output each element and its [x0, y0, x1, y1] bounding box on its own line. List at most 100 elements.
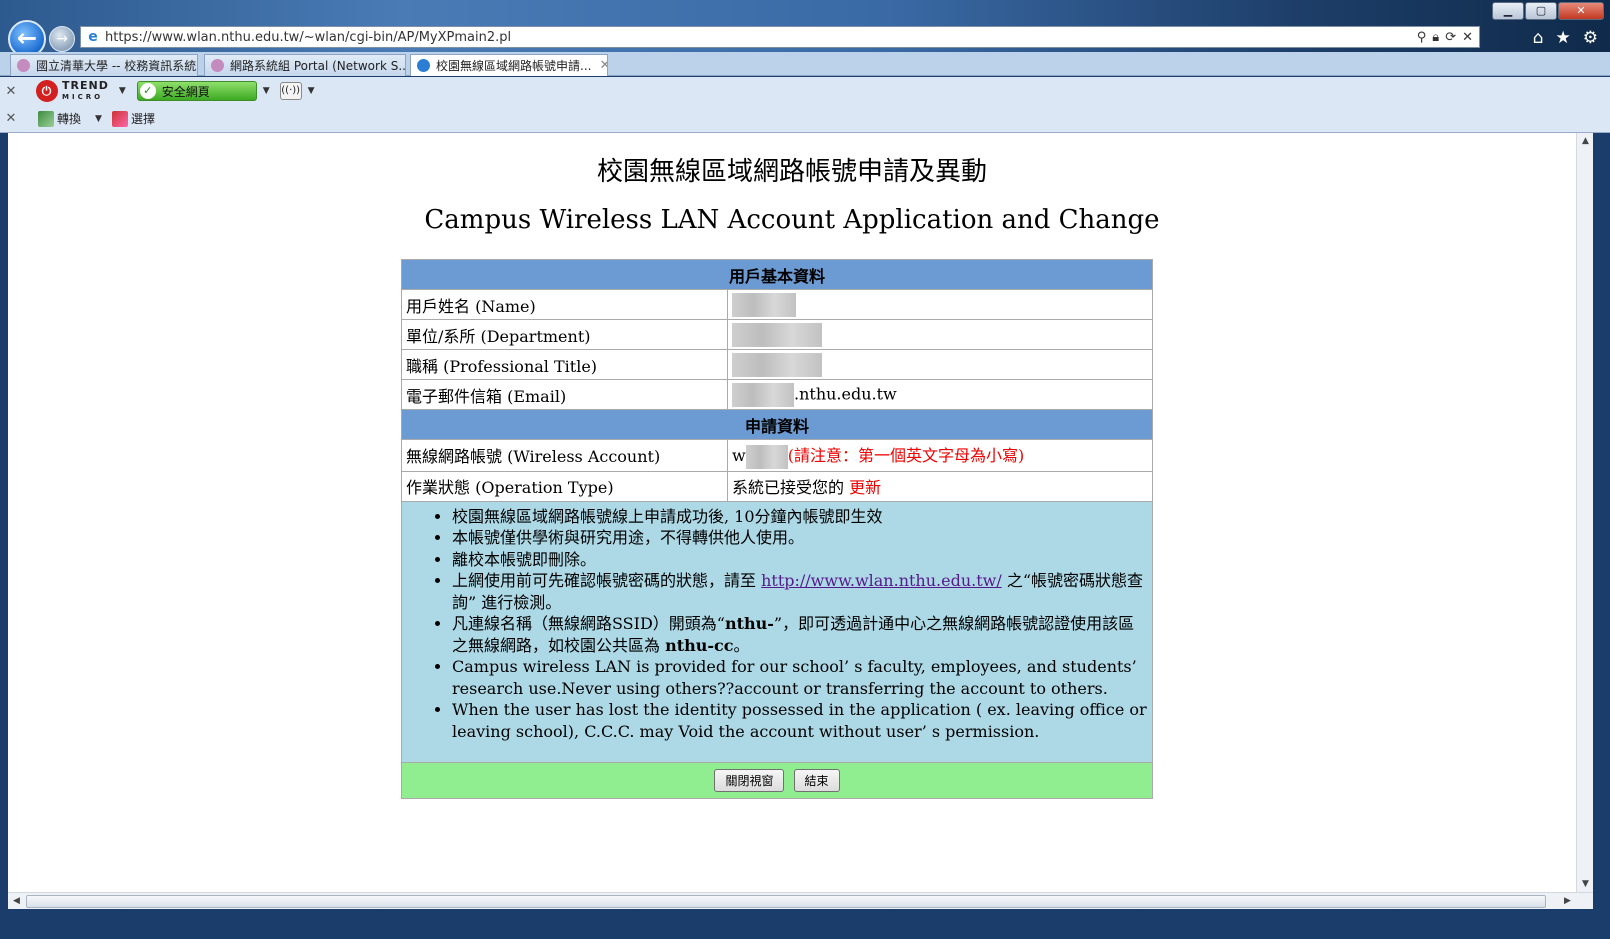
- list-item: 離校本帳號即刪除。: [452, 549, 1150, 571]
- ie-page-icon: [417, 59, 430, 72]
- trend-label: TREND: [62, 78, 109, 92]
- list-item: 本帳號僅供學術與研究用途，不得轉供他人使用。: [452, 527, 1150, 549]
- tab-wlan-application[interactable]: 校園無線區域網路帳號申請... ✕: [410, 54, 608, 76]
- wlan-status-link[interactable]: http://www.wlan.nthu.edu.tw/: [761, 571, 1002, 590]
- stop-icon[interactable]: ✕: [1462, 30, 1473, 45]
- page-title-english: Campus Wireless LAN Account Application …: [424, 205, 1160, 235]
- scroll-up-icon[interactable]: ▲: [1577, 133, 1593, 150]
- scrollbar-thumb[interactable]: [26, 895, 1546, 908]
- search-icon[interactable]: ⚲: [1417, 30, 1427, 45]
- tab-network-portal[interactable]: 網路系統組 Portal (Network S...: [204, 54, 406, 76]
- chevron-down-icon[interactable]: ▼: [119, 86, 127, 96]
- chevron-down-icon[interactable]: ▼: [308, 86, 315, 96]
- site-favicon-icon: [211, 59, 224, 72]
- close-window-button[interactable]: ✕: [1558, 2, 1604, 20]
- redacted-block: [732, 382, 794, 407]
- convert-toolbar: ✕ 轉換 ▼ 選擇: [0, 105, 1610, 133]
- url-text[interactable]: https://www.wlan.nthu.edu.tw/~wlan/cgi-b…: [105, 30, 1417, 45]
- button-row: 關閉視窗 結束: [401, 762, 1153, 799]
- lock-icon[interactable]: 🔒︎: [1432, 30, 1439, 45]
- redacted-block: [732, 292, 796, 317]
- operation-type-value: 系統已接受您的 更新: [727, 470, 1153, 502]
- operation-status: 更新: [849, 478, 882, 497]
- finish-button[interactable]: 結束: [793, 769, 840, 792]
- list-item: Campus wireless LAN is provided for our …: [452, 656, 1150, 699]
- name-value: [727, 289, 1153, 320]
- account-prefix: w: [732, 446, 746, 465]
- address-bar[interactable]: e https://www.wlan.nthu.edu.tw/~wlan/cgi…: [80, 26, 1480, 48]
- list-item: 凡連線名稱（無線網路SSID）開頭為“nthu-”，即可透過計通中心之無線網路帳…: [452, 613, 1150, 656]
- account-info-table: 用戶基本資料 用戶姓名 (Name) 單位/系所 (Department) 職稱…: [401, 259, 1153, 799]
- toolbar-close-icon[interactable]: ✕: [0, 84, 22, 99]
- table-row: 無線網路帳號 (Wireless Account) w (請注意：第一個英文字母為…: [401, 439, 1153, 472]
- redacted-block: [745, 444, 788, 469]
- arrow-left-icon: ←: [16, 24, 38, 52]
- trend-micro-logo[interactable]: ⏻ TREND MICRO ▼: [36, 80, 127, 102]
- chevron-down-icon[interactable]: ▼: [95, 114, 102, 124]
- trend-micro-toolbar: ✕ ⏻ TREND MICRO ▼ ✓ 安全網頁 ▼ ((·)) ▼: [0, 77, 1610, 105]
- email-suffix: .nthu.edu.tw: [794, 384, 897, 403]
- scroll-down-icon[interactable]: ▼: [1577, 876, 1593, 892]
- star-icon[interactable]: ★: [1556, 28, 1571, 48]
- maximize-button[interactable]: ▢: [1525, 2, 1557, 20]
- note-text: 上網使用前可先確認帳號密碼的狀態，請至: [452, 571, 762, 590]
- list-item: When the user has lost the identity poss…: [452, 699, 1150, 742]
- vertical-scrollbar[interactable]: ▲ ▼: [1576, 133, 1593, 892]
- professional-title-label: 職稱 (Professional Title): [401, 349, 728, 380]
- close-tab-icon[interactable]: ✕: [599, 58, 607, 73]
- broadcast-icon[interactable]: ((·)): [279, 82, 302, 100]
- table-row: 用戶姓名 (Name): [401, 289, 1153, 320]
- minimize-button[interactable]: ▁: [1492, 2, 1524, 20]
- select-button[interactable]: 選擇: [131, 110, 155, 127]
- list-item: 校園無線區域網路帳號線上申請成功後, 10分鐘內帳號即生效: [452, 506, 1150, 528]
- safe-web-button[interactable]: ✓ 安全網頁: [136, 81, 257, 101]
- professional-title-value: [727, 349, 1153, 380]
- address-tools: ⚲ 🔒︎ ⟳ ✕: [1417, 30, 1479, 45]
- forward-button[interactable]: →: [49, 26, 75, 52]
- scroll-right-icon[interactable]: ▶: [1559, 893, 1576, 910]
- tab-bar: 國立清華大學 -- 校務資訊系統 網路系統組 Portal (Network S…: [0, 52, 1610, 76]
- notes-panel: 校園無線區域網路帳號線上申請成功後, 10分鐘內帳號即生效 本帳號僅供學術與研究…: [401, 500, 1153, 763]
- convert-icon: [38, 110, 54, 127]
- tab-label: 校園無線區域網路帳號申請...: [436, 59, 592, 73]
- table-row: 作業狀態 (Operation Type) 系統已接受您的 更新: [401, 470, 1153, 502]
- window-titlebar: ▁ ▢ ✕ ← → e https://www.wlan.nthu.edu.tw…: [0, 0, 1610, 58]
- email-label: 電子郵件信箱 (Email): [401, 379, 728, 410]
- checkmark-icon: ✓: [139, 83, 156, 99]
- name-label: 用戶姓名 (Name): [401, 289, 728, 320]
- convert-button[interactable]: 轉換: [57, 110, 81, 127]
- redacted-block: [732, 322, 822, 347]
- home-icon[interactable]: ⌂: [1533, 28, 1544, 48]
- notes-list: 校園無線區域網路帳號線上申請成功後, 10分鐘內帳號即生效 本帳號僅供學術與研究…: [404, 506, 1150, 743]
- operation-type-label: 作業狀態 (Operation Type): [401, 470, 728, 502]
- chevron-down-icon[interactable]: ▼: [263, 86, 270, 96]
- safe-web-label: 安全網頁: [161, 84, 210, 99]
- status-bar: [0, 909, 1610, 939]
- table-row: 電子郵件信箱 (Email) .nthu.edu.tw: [401, 379, 1153, 410]
- site-favicon-icon: [17, 59, 30, 72]
- wireless-account-value: w (請注意：第一個英文字母為小寫): [727, 439, 1153, 472]
- toolbar-close-icon[interactable]: ✕: [0, 111, 22, 126]
- ie-logo-icon: e: [88, 29, 98, 45]
- gear-icon[interactable]: ⚙: [1583, 28, 1598, 48]
- select-pdf-icon: [111, 110, 128, 127]
- note-text: 凡連線名稱（無線網路SSID）開頭為“: [452, 614, 725, 633]
- trend-micro-icon: ⏻: [36, 80, 58, 102]
- page-title-chinese: 校園無線區域網路帳號申請及異動: [596, 157, 987, 187]
- arrow-right-icon: →: [56, 31, 68, 47]
- department-value: [727, 319, 1153, 350]
- horizontal-scrollbar[interactable]: ◀ ▶: [8, 892, 1593, 909]
- scroll-left-icon[interactable]: ◀: [8, 893, 25, 910]
- table-row: 單位/系所 (Department): [401, 319, 1153, 350]
- account-case-note: (請注意：第一個英文字母為小寫): [787, 446, 1025, 465]
- section-user-info-header: 用戶基本資料: [401, 259, 1153, 290]
- tab-nthu-portal[interactable]: 國立清華大學 -- 校務資訊系統: [10, 54, 198, 76]
- browser-right-icons: ⌂ ★ ⚙: [1533, 28, 1598, 48]
- list-item: 上網使用前可先確認帳號密碼的狀態，請至 http://www.wlan.nthu…: [452, 570, 1150, 613]
- window-controls: ▁ ▢ ✕: [1492, 2, 1604, 20]
- ssid-example: nthu-cc: [665, 635, 734, 655]
- close-window-page-button[interactable]: 關閉視窗: [714, 769, 785, 792]
- email-value: .nthu.edu.tw: [727, 379, 1153, 410]
- refresh-icon[interactable]: ⟳: [1445, 30, 1456, 45]
- note-text: 。: [733, 635, 750, 655]
